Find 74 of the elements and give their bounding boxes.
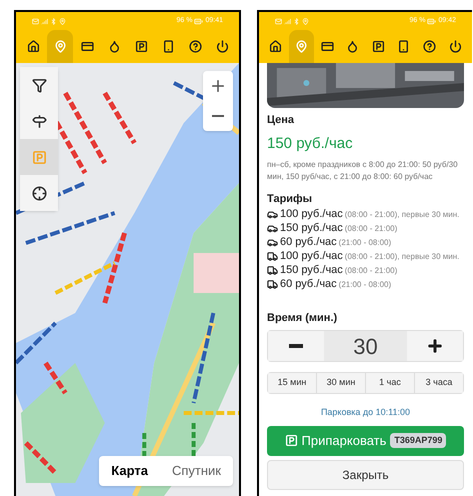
map-tool-button[interactable]	[20, 67, 58, 103]
tariff-price: 150 руб./час	[280, 263, 343, 278]
bluetooth-icon	[293, 18, 300, 24]
tariff-note: (21:00 - 08:00)	[338, 278, 392, 290]
power-icon	[216, 40, 228, 53]
bluetooth-icon	[50, 18, 57, 24]
crosshair-icon	[32, 186, 46, 200]
time-label: Время (мин.)	[267, 310, 338, 326]
time-value: 30	[324, 331, 407, 361]
decrease-button[interactable]	[268, 331, 324, 361]
parking-icon	[134, 40, 148, 53]
price-label: Цена	[267, 113, 296, 128]
tariff-price: 100 руб./час	[280, 207, 343, 222]
park-button[interactable]: Припарковать Т369АР799	[267, 426, 464, 456]
signal-icon	[41, 18, 48, 24]
tariff-note: (08:00 - 21:00)	[344, 222, 398, 234]
drop-icon	[346, 40, 360, 53]
truck-icon	[267, 279, 278, 290]
plus-icon	[426, 337, 444, 355]
quick-time-button[interactable]: 3 часа	[415, 373, 463, 393]
price-description: пн–сб, кроме праздников с 8:00 до 21:00: 50 руб/30 мин, 150 руб/час, с 21:00 до 8:00: 60 руб/час	[267, 159, 459, 183]
tariff-price: 60 руб./час	[280, 277, 337, 292]
signal-icon	[284, 18, 291, 24]
mail-icon	[32, 18, 39, 24]
home-icon	[269, 40, 282, 53]
quick-time-button[interactable]: 15 мин	[268, 373, 317, 393]
map-tool-button[interactable]	[20, 103, 58, 139]
truck-icon	[267, 265, 278, 276]
map-pin-icon	[54, 40, 66, 53]
map-tool-button[interactable]	[20, 175, 58, 211]
map-type-tab[interactable]: Спутник	[160, 456, 233, 486]
parking-icon	[284, 434, 298, 447]
truck-icon	[267, 251, 278, 262]
tariff-note: (08:00 - 21:00), первые 30 мин.	[344, 250, 460, 262]
plate-badge: Т369АР799	[390, 432, 446, 448]
filter-icon	[32, 78, 46, 92]
tariff-note: (08:00 - 21:00)	[344, 264, 398, 276]
price: 150 руб./час	[267, 134, 354, 154]
location-icon	[59, 18, 66, 24]
drop-icon	[108, 40, 120, 53]
tariffs-title: Тарифы	[267, 192, 314, 207]
battery-icon	[194, 16, 204, 26]
tariff-price: 100 руб./час	[280, 249, 343, 264]
close-button[interactable]: Закрыть	[267, 460, 464, 490]
quick-time-button[interactable]: 30 мин	[317, 373, 366, 393]
parking-until: Парковка до 10:11:00	[320, 406, 412, 419]
tariff-price: 150 руб./час	[280, 221, 343, 236]
card-icon	[320, 40, 334, 53]
map-pin-icon	[294, 40, 308, 53]
tariff-note: (21:00 - 08:00)	[338, 236, 392, 248]
increase-button[interactable]	[407, 331, 463, 361]
help-icon	[188, 40, 202, 53]
plus-icon	[209, 77, 227, 95]
minus-icon	[212, 115, 224, 117]
car-icon	[267, 237, 278, 248]
home-icon	[26, 40, 40, 53]
car-icon	[267, 223, 278, 234]
card-icon	[80, 40, 94, 53]
quick-time-button[interactable]: 1 час	[366, 373, 415, 393]
battery-icon	[427, 16, 436, 26]
minus-icon	[289, 344, 303, 348]
power-icon	[448, 40, 462, 53]
signpost-icon	[32, 114, 46, 128]
tariff-note: (08:00 - 21:00), первые 30 мин.	[344, 208, 460, 220]
phone-icon	[162, 40, 174, 53]
parking-icon	[32, 150, 46, 164]
phone-icon	[397, 40, 410, 53]
help-icon	[423, 40, 436, 53]
map-type-tab[interactable]: Карта	[99, 456, 160, 486]
car-icon	[267, 209, 278, 220]
mail-icon	[275, 18, 282, 24]
parking-icon	[372, 40, 385, 53]
location-icon	[302, 18, 309, 24]
tariff-price: 60 руб./час	[280, 235, 337, 250]
